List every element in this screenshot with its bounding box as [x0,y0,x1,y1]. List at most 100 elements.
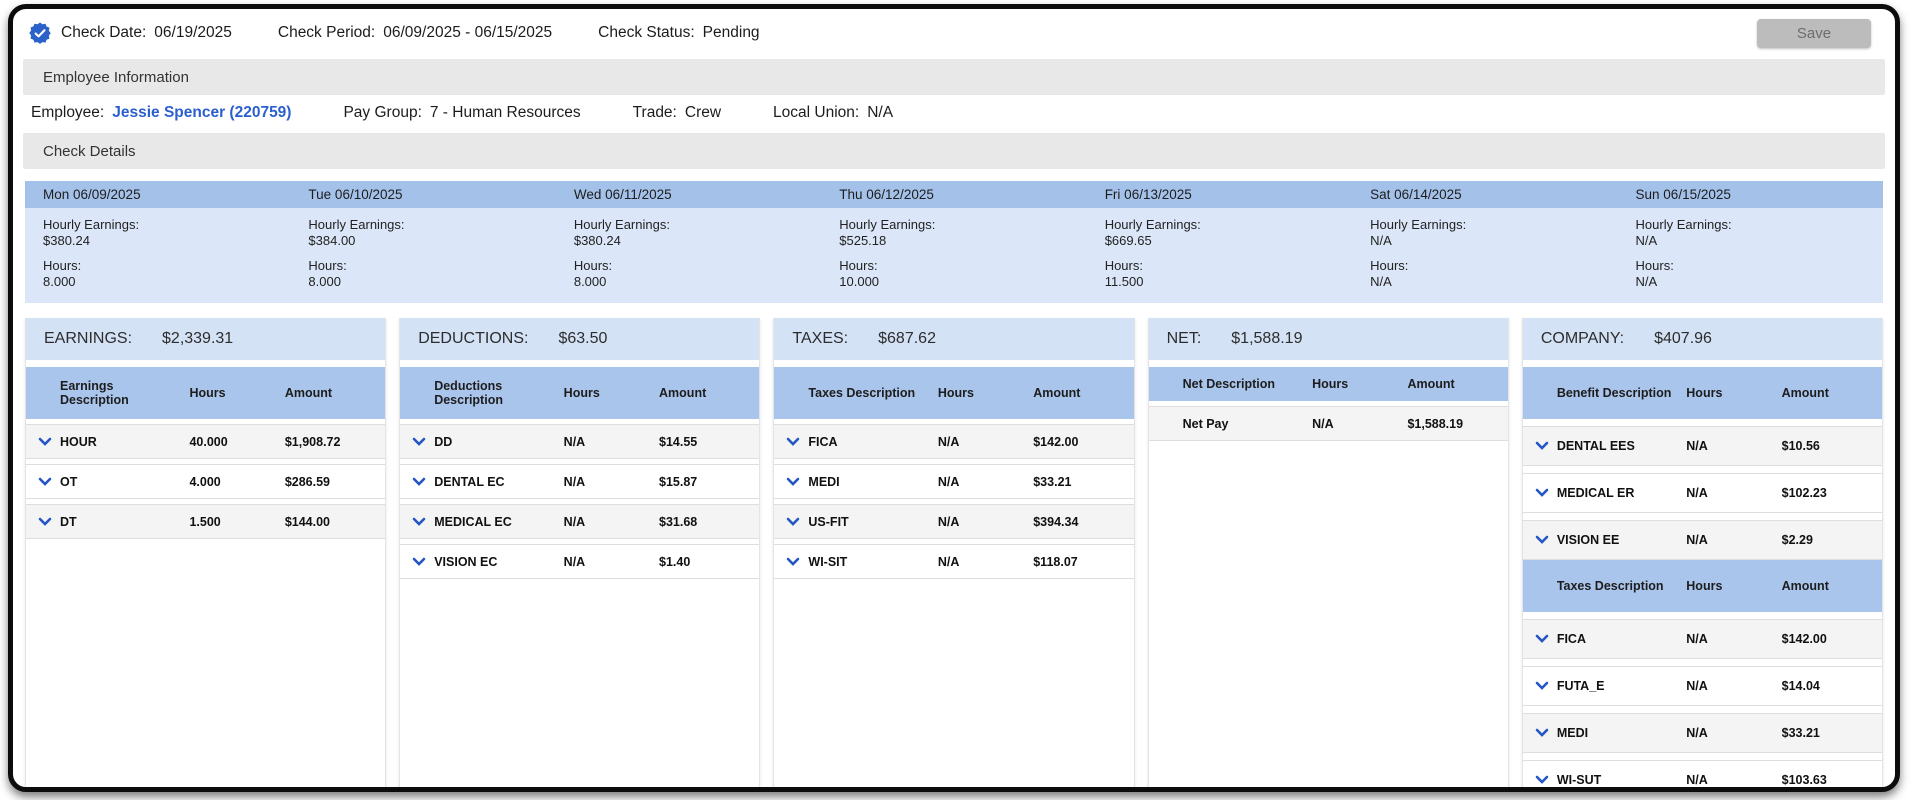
table-row: MEDICAL ER N/A $102.23 [1522,473,1883,513]
table-row: HOUR 40.000 $1,908.72 [26,424,386,459]
chevron-down-icon[interactable] [412,557,426,567]
taxes-title: TAXES: [792,330,849,347]
column-header-hours: Hours [1686,386,1723,400]
hourly-earnings-value: $380.24 [573,233,621,248]
check-period-label: Check Period: [277,24,376,41]
net-table: Net Description Hours Amount Net Pay N/A… [1148,367,1508,441]
chevron-down-icon[interactable] [412,517,426,527]
hourly-earnings-value: $669.65 [1104,233,1152,248]
column-header-description: Net Description [1182,377,1275,391]
row-amount: $33.21 [1781,726,1820,740]
row-hours: N/A [1686,773,1708,787]
hourly-earnings-label: Hourly Earnings: [1370,217,1467,232]
column-header-amount: Amount [284,386,333,400]
table-row: WI-SIT N/A $118.07 [774,544,1134,579]
chevron-down-icon[interactable] [1535,441,1549,451]
row-amount: $15.87 [659,474,698,489]
chevron-down-icon[interactable] [786,437,800,447]
chevron-down-icon[interactable] [1535,728,1549,738]
chevron-down-icon[interactable] [38,477,52,487]
table-row: Net Pay N/A $1,588.19 [1148,406,1508,441]
table-row: MEDICAL EC N/A $31.68 [400,504,760,539]
row-amount: $1.40 [659,554,691,569]
daily-earnings-strip: Mon 06/09/2025 Tue 06/10/2025 Wed 06/11/… [25,181,1883,303]
table-row: VISION EC N/A $1.40 [400,544,760,579]
employee-field: Employee: Jessie Spencer (220759) [31,104,291,122]
row-amount: $1,588.19 [1407,416,1464,431]
check-details-title: Check Details [43,142,136,160]
table-row: VISION EE N/A $2.29 [1522,520,1883,560]
row-amount: $31.68 [659,514,698,529]
chevron-down-icon[interactable] [1535,488,1549,498]
company-panel: COMPANY: $407.96 Benefit Description Hou… [1521,318,1884,787]
table-row: FUTA_E N/A $14.04 [1522,666,1883,706]
chevron-down-icon[interactable] [1535,634,1549,644]
row-description: DT [60,514,77,529]
check-date-label: Check Date: [61,24,147,41]
table-row: OT 4.000 $286.59 [26,464,386,499]
chevron-down-icon[interactable] [412,437,426,447]
row-hours: N/A [937,554,960,569]
earnings-summary: EARNINGS: $2,339.31 [26,318,386,360]
chevron-down-icon[interactable] [412,477,426,487]
deductions-table: Deductions Description Hours Amount DD N… [400,367,760,579]
hours-value: 8.000 [43,274,76,289]
day-header-sun: Sun 06/15/2025 [1635,187,1731,202]
check-status-value: Pending [702,24,760,41]
company-taxes-table: Taxes Description Hours Amount FICA N/A … [1522,560,1883,787]
day-header-row: Mon 06/09/2025 Tue 06/10/2025 Wed 06/11/… [25,181,1883,208]
employee-info-row: Employee: Jessie Spencer (220759) Pay Gr… [13,95,1895,131]
row-hours: N/A [563,434,586,449]
company-title: COMPANY: [1540,330,1625,347]
row-description: Net Pay [1182,416,1229,431]
table-row: MEDI N/A $33.21 [1522,713,1883,753]
row-amount: $144.00 [284,514,331,529]
row-description: FICA [808,434,838,449]
chevron-down-icon[interactable] [1535,775,1549,785]
column-header-amount: Amount [1033,386,1081,400]
save-button[interactable]: Save [1757,18,1871,48]
row-description: VISION EC [434,554,498,569]
chevron-down-icon[interactable] [38,437,52,447]
employee-name-link[interactable]: Jessie Spencer (220759) [112,104,291,122]
hours-value: 11.500 [1104,274,1144,289]
local-union-value: N/A [867,104,894,121]
row-hours: N/A [1686,632,1708,646]
row-description: MEDI [808,474,840,489]
trade-field: Trade: Crew [633,104,721,122]
earnings-total: $2,339.31 [162,330,234,347]
row-amount: $10.56 [1781,439,1820,453]
local-union-label: Local Union: [773,104,860,121]
chevron-down-icon[interactable] [38,517,52,527]
column-header-hours: Hours [1312,377,1349,391]
check-date-value: 06/19/2025 [154,24,232,41]
chevron-down-icon[interactable] [786,557,800,567]
row-hours: 1.500 [189,514,221,529]
row-hours: N/A [1686,679,1708,693]
chevron-down-icon[interactable] [786,517,800,527]
net-table-header: Net Description Hours Amount [1148,367,1508,401]
table-row: DENTAL EES N/A $10.56 [1522,426,1883,466]
row-description: FUTA_E [1556,679,1605,693]
deductions-total: $63.50 [558,330,608,347]
hours-value: 8.000 [308,274,341,289]
pay-group-field: Pay Group: 7 - Human Resources [343,104,580,122]
column-header-amount: Amount [659,386,707,400]
row-hours: N/A [563,554,586,569]
hourly-earnings-label: Hourly Earnings: [1104,217,1201,232]
check-status-label: Check Status: [598,24,695,41]
row-amount: $103.63 [1781,773,1827,787]
row-hours: N/A [1686,726,1708,740]
chevron-down-icon[interactable] [1535,681,1549,691]
hourly-earnings-value: N/A [1635,233,1658,248]
table-row: DENTAL EC N/A $15.87 [400,464,760,499]
row-description: OT [60,474,78,489]
check-status-field: Check Status: Pending [598,24,759,42]
chevron-down-icon[interactable] [786,477,800,487]
day-values-mon: Hourly Earnings: $380.24 Hours: 8.000 [25,217,290,290]
day-values-wed: Hourly Earnings: $380.24 Hours: 8.000 [556,217,821,290]
row-description: DD [434,434,453,449]
chevron-down-icon[interactable] [1535,535,1549,545]
company-taxes-table-header: Taxes Description Hours Amount [1522,560,1883,612]
row-amount: $394.34 [1033,514,1079,529]
